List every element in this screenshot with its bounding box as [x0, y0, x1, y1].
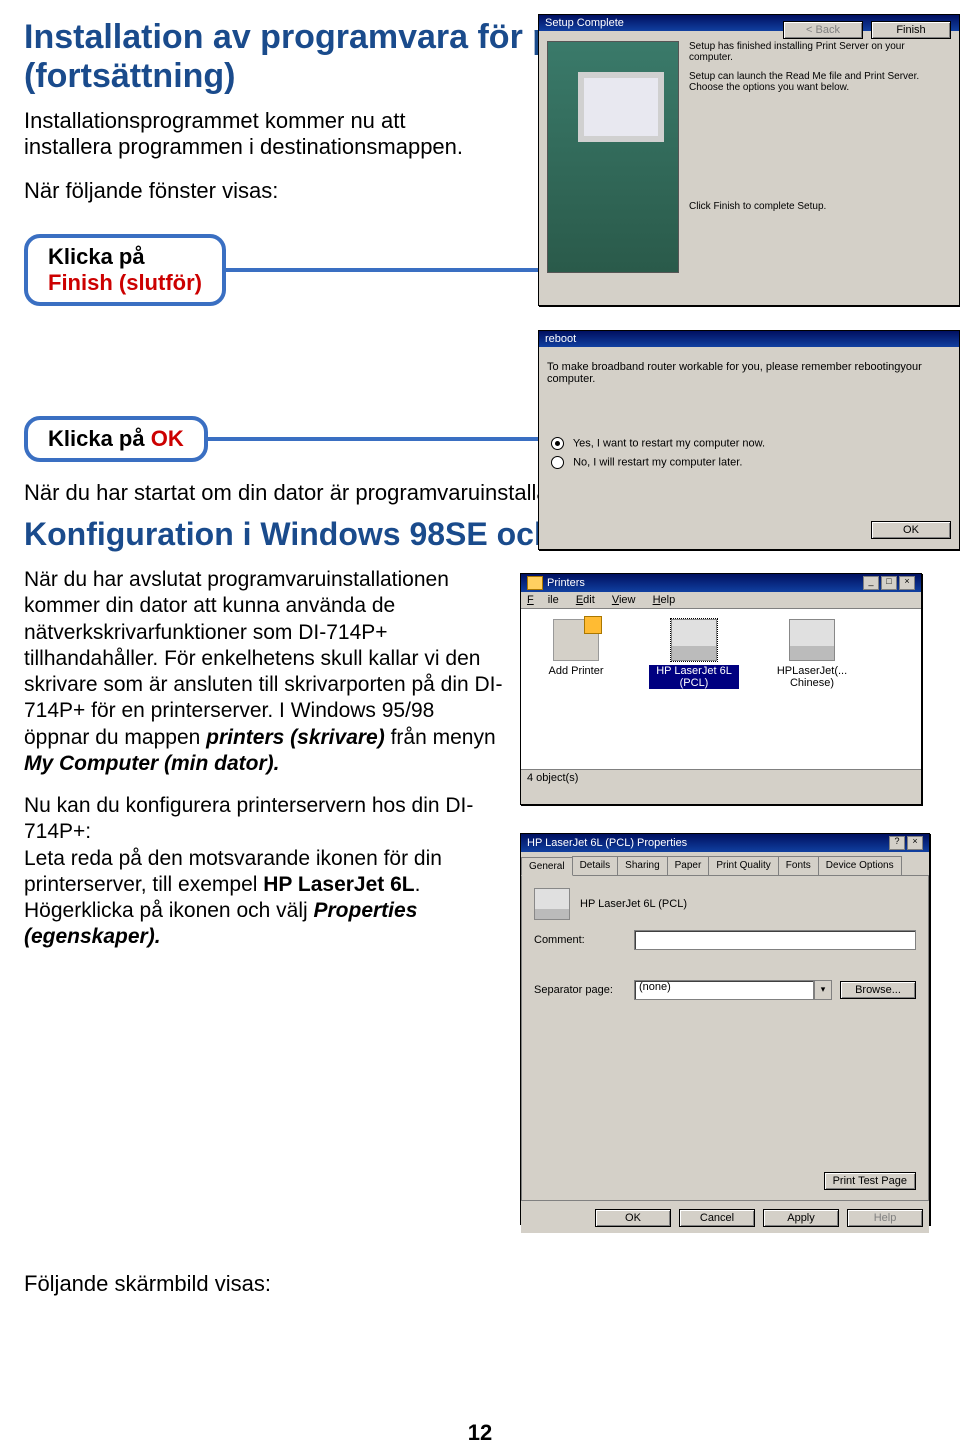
page-number: 12 [0, 1420, 960, 1446]
printer-item-1[interactable]: HP LaserJet 6L (PCL) [649, 619, 739, 759]
setup-title: Setup Complete [545, 17, 624, 29]
menu-view[interactable]: View [612, 594, 636, 606]
printer-icon [534, 888, 570, 920]
separator-label: Separator page: [534, 984, 634, 996]
add-printer-icon [553, 619, 599, 661]
menu-file[interactable]: File [527, 594, 559, 606]
printers-menubar[interactable]: File Edit View Help [521, 592, 921, 609]
callout-finish-pre: Klicka på [48, 244, 145, 269]
printers-window: Printers _ □ × File Edit View Help [520, 573, 922, 805]
printer-icon [789, 619, 835, 661]
props-tabs: General Details Sharing Paper Print Qual… [521, 852, 929, 875]
props-title: HP LaserJet 6L (PCL) Properties [527, 837, 687, 849]
add-printer-item[interactable]: Add Printer [531, 619, 621, 759]
separator-select[interactable]: (none) [634, 980, 814, 1000]
comment-input[interactable] [634, 930, 916, 950]
tab-details[interactable]: Details [572, 856, 619, 875]
reboot-window: reboot To make broadband router workable… [538, 330, 960, 550]
para-1: När du har avslutat programvaruinstallat… [24, 567, 504, 777]
chevron-down-icon[interactable]: ▾ [814, 980, 832, 1000]
reboot-opt-no[interactable]: No, I will restart my computer later. [551, 456, 951, 469]
tab-device-options[interactable]: Device Options [818, 856, 902, 875]
reboot-titlebar: reboot [539, 331, 959, 347]
printers-title: Printers [547, 577, 585, 589]
tab-print-quality[interactable]: Print Quality [708, 856, 778, 875]
printer-icon [671, 619, 717, 661]
printer-item-2-label: HPLaserJet(... Chinese) [777, 665, 847, 689]
props-apply-button[interactable]: Apply [763, 1209, 839, 1227]
final-text: Följande skärmbild visas: [24, 1271, 936, 1297]
back-button[interactable]: < Back [783, 21, 863, 39]
printer-item-2[interactable]: HPLaserJet(... Chinese) [767, 619, 857, 759]
props-ok-button[interactable]: OK [595, 1209, 671, 1227]
finish-button[interactable]: Finish [871, 21, 951, 39]
setup-text-1: Setup has finished installing Print Serv… [689, 41, 951, 63]
minimize-icon[interactable]: _ [863, 576, 879, 590]
para-2: Nu kan du konfigurera printerservern hos… [24, 793, 504, 951]
close-icon[interactable]: × [899, 576, 915, 590]
tab-general[interactable]: General [521, 857, 573, 876]
callout-finish-red: Finish (slutför) [48, 270, 202, 295]
reboot-opt2-label: No, I will restart my computer later. [573, 456, 742, 468]
callout-ok-pre: Klicka på [48, 426, 151, 451]
setup-text-3: Click Finish to complete Setup. [689, 201, 951, 212]
printer-item-1-label: HP LaserJet 6L (PCL) [649, 665, 739, 689]
comment-label: Comment: [534, 934, 634, 946]
callout-finish: Klicka på Finish (slutför) [24, 234, 226, 306]
ok-button[interactable]: OK [871, 521, 951, 539]
tab-fonts[interactable]: Fonts [778, 856, 819, 875]
close-icon[interactable]: × [907, 836, 923, 850]
props-help-button[interactable]: Help [847, 1209, 923, 1227]
tab-sharing[interactable]: Sharing [617, 856, 667, 875]
intro-text: Installationsprogrammet kommer nu att in… [24, 108, 464, 160]
props-cancel-button[interactable]: Cancel [679, 1209, 755, 1227]
menu-edit[interactable]: Edit [576, 594, 595, 606]
printers-statusbar: 4 object(s) [521, 769, 921, 786]
add-printer-label: Add Printer [548, 665, 603, 677]
printers-titlebar: Printers _ □ × [521, 574, 921, 592]
maximize-icon[interactable]: □ [881, 576, 897, 590]
properties-window: HP LaserJet 6L (PCL) Properties ? × Gene… [520, 833, 930, 1225]
radio-sel-icon [551, 437, 564, 450]
reboot-opt-yes[interactable]: Yes, I want to restart my computer now. [551, 437, 951, 450]
props-titlebar: HP LaserJet 6L (PCL) Properties ? × [521, 834, 929, 852]
setup-complete-window: Setup Complete Setup has finished instal… [538, 14, 960, 306]
printers-folder-icon [527, 576, 543, 590]
reboot-opt1-label: Yes, I want to restart my computer now. [573, 437, 765, 449]
callout-ok-red: OK [151, 426, 184, 451]
setup-text-2: Setup can launch the Read Me file and Pr… [689, 71, 951, 93]
menu-help[interactable]: Help [653, 594, 676, 606]
print-test-page-button[interactable]: Print Test Page [824, 1172, 916, 1190]
browse-button[interactable]: Browse... [840, 981, 916, 999]
tab-paper[interactable]: Paper [667, 856, 710, 875]
reboot-msg: To make broadband router workable for yo… [547, 361, 951, 385]
callout-ok: Klicka på OK [24, 416, 208, 462]
help-icon[interactable]: ? [889, 836, 905, 850]
radio-icon [551, 456, 564, 469]
reboot-title: reboot [545, 333, 576, 345]
props-printer-name: HP LaserJet 6L (PCL) [580, 898, 687, 910]
setup-side-image [547, 41, 679, 273]
